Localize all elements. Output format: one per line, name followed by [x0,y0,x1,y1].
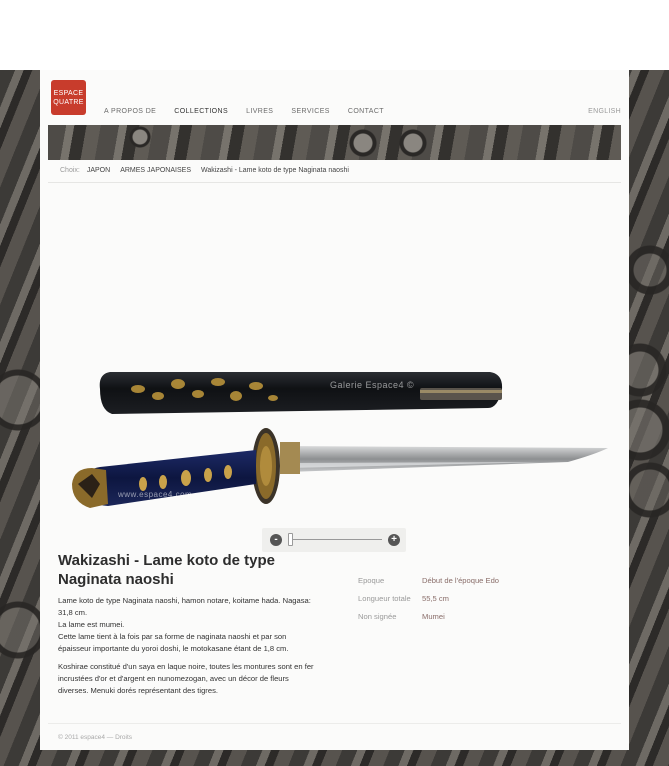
breadcrumb: Choix: JAPON ARMES JAPONAISES Wakizashi … [60,167,349,174]
product-description: Lame koto de type Naginata naoshi, hamon… [58,595,318,697]
wakizashi-illustration [72,372,608,508]
logo-line-1: ESPACE [53,89,84,97]
main-nav: A PROPOS DE COLLECTIONS LIVRES SERVICES … [104,108,384,115]
product-image[interactable]: Galerie Espace4 © www.espace4.com [48,184,621,529]
page-container: ESPACE QUATRE A PROPOS DE COLLECTIONS LI… [40,70,629,750]
nav-item-collections[interactable]: COLLECTIONS [174,108,228,115]
spec-key: Longueur totale [358,594,411,603]
zoom-handle[interactable] [288,533,293,546]
zoom-out-button[interactable]: - [270,534,282,546]
spec-value: Début de l'époque Edo [422,576,500,585]
header-banner-image [48,125,621,160]
breadcrumb-item-current: Wakizashi - Lame koto de type Naginata n… [200,167,349,174]
footer-divider [48,723,621,724]
description-paragraph: Cette lame tient à la fois par sa forme … [58,632,289,653]
nav-item-a-propos[interactable]: A PROPOS DE [104,108,156,115]
spec-key: Non signée [358,612,397,621]
breadcrumb-item-armes-japonaises[interactable]: ARMES JAPONAISES [120,167,191,174]
spec-row: Non signée Mumei [358,612,558,630]
logo-line-2: QUATRE [53,98,84,106]
image-watermark: Galerie Espace4 © [330,380,415,390]
nav-item-contact[interactable]: CONTACT [348,108,384,115]
description-paragraph: La lame est mumei. [58,620,125,629]
nav-item-services[interactable]: SERVICES [291,108,329,115]
breadcrumb-item-japon[interactable]: JAPON [87,167,110,174]
footer-copyright: © 2011 espace4 — Droits [58,734,133,741]
spec-value: Mumei [422,612,445,621]
product-specs: Epoque Début de l'époque Edo Longueur to… [358,576,558,630]
description-paragraph: Lame koto de type Naginata naoshi, hamon… [58,596,311,617]
image-watermark-url: www.espace4.com [118,490,193,499]
spec-row: Epoque Début de l'époque Edo [358,576,558,594]
nav-item-livres[interactable]: LIVRES [246,108,273,115]
breadcrumb-label: Choix: [60,167,80,174]
spec-key: Epoque [358,576,385,585]
description-paragraph: Koshirae constitué d'un saya en laque no… [58,662,314,695]
breadcrumb-divider [48,182,621,183]
product-title: Wakizashi - Lame koto de type Naginata n… [58,552,275,588]
spec-row: Longueur totale 55,5 cm [358,594,558,612]
language-switch-english[interactable]: ENGLISH [588,108,621,115]
zoom-in-button[interactable]: + [388,534,400,546]
zoom-track[interactable] [290,539,382,540]
espace-quatre-logo[interactable]: ESPACE QUATRE [51,80,86,115]
zoom-slider: - + [262,528,406,552]
spec-value: 55,5 cm [422,594,450,603]
